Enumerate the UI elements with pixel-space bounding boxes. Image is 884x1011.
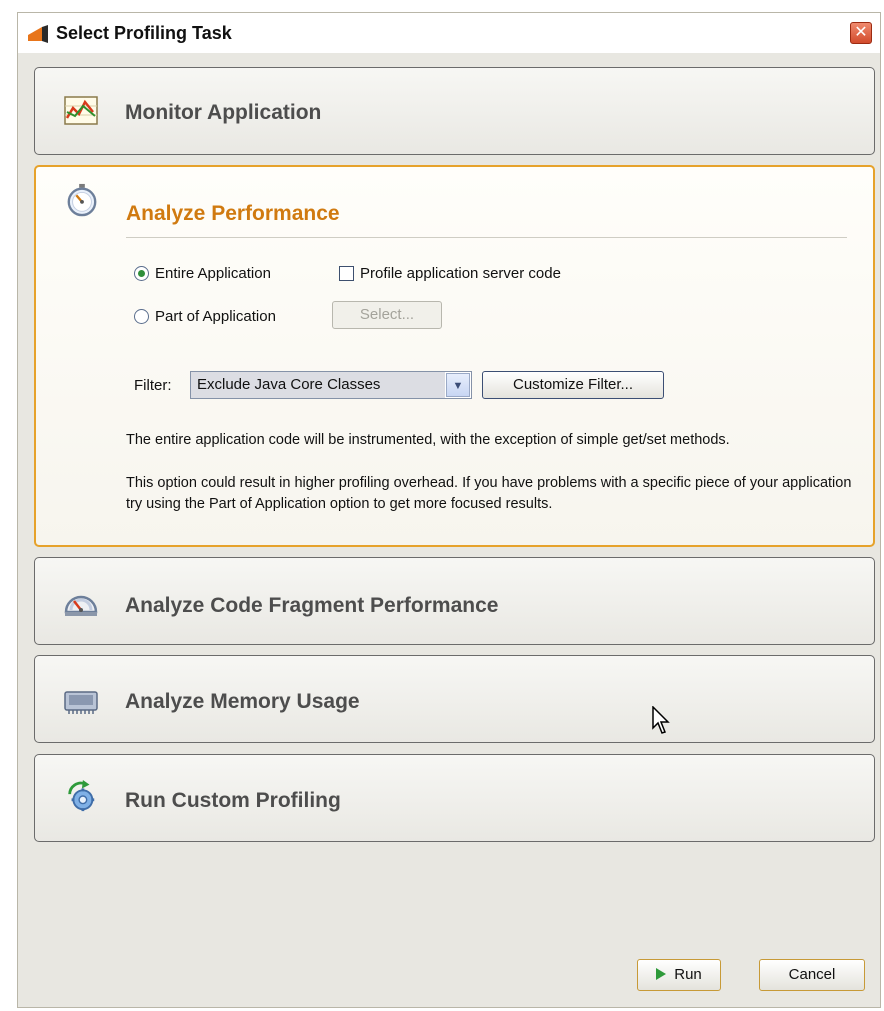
stopwatch-icon <box>67 183 97 217</box>
analyze-memory-usage-panel[interactable]: Analyze Memory Usage <box>34 655 875 743</box>
close-button[interactable]: ✕ <box>850 22 872 44</box>
cancel-button[interactable]: Cancel <box>759 959 865 991</box>
filter-dropdown[interactable]: Exclude Java Core Classes ▼ <box>190 371 472 399</box>
filter-label: Filter: <box>134 377 172 394</box>
entire-application-label: Entire Application <box>155 265 271 282</box>
run-custom-profiling-panel[interactable]: Run Custom Profiling <box>34 754 875 842</box>
run-button-label: Run <box>674 966 702 983</box>
mouse-cursor-icon <box>652 706 670 734</box>
part-of-application-option[interactable]: Part of Application <box>134 308 276 325</box>
title-separator <box>126 237 847 238</box>
analyze-code-fragment-title: Analyze Code Fragment Performance <box>125 594 499 617</box>
dialog-title: Select Profiling Task <box>56 23 232 43</box>
overhead-description: This option could result in higher profi… <box>126 475 852 512</box>
part-of-application-label: Part of Application <box>155 308 276 325</box>
profile-server-code-label: Profile application server code <box>360 265 561 282</box>
netbeans-profiler-icon <box>28 25 48 43</box>
run-button[interactable]: Run <box>637 959 721 991</box>
analyze-code-fragment-panel[interactable]: Analyze Code Fragment Performance <box>34 557 875 645</box>
entire-application-radio[interactable] <box>134 266 149 281</box>
close-icon: ✕ <box>854 24 868 41</box>
gear-refresh-icon <box>68 779 95 812</box>
memory-chip-icon <box>64 691 98 714</box>
profile-server-code-checkbox[interactable] <box>339 266 354 281</box>
monitor-chart-icon <box>64 96 98 125</box>
analyze-memory-usage-title: Analyze Memory Usage <box>125 690 360 713</box>
part-of-application-radio[interactable] <box>134 309 149 324</box>
select-button[interactable]: Select... <box>332 301 442 329</box>
play-icon <box>656 968 667 980</box>
instrumentation-description: The entire application code will be inst… <box>126 432 730 448</box>
entire-application-option[interactable]: Entire Application <box>134 265 271 282</box>
monitor-application-panel[interactable]: Monitor Application <box>34 67 875 155</box>
analyze-performance-panel[interactable]: Analyze Performance Entire Application P… <box>34 165 875 547</box>
gauge-icon <box>64 595 98 616</box>
title-bar: Select Profiling Task ✕ <box>18 13 880 53</box>
customize-filter-button[interactable]: Customize Filter... <box>482 371 664 399</box>
run-custom-profiling-title: Run Custom Profiling <box>125 789 341 812</box>
analyze-performance-title: Analyze Performance <box>126 202 340 225</box>
chevron-down-icon[interactable]: ▼ <box>446 373 470 397</box>
filter-value: Exclude Java Core Classes <box>191 372 445 398</box>
profile-server-code-option[interactable]: Profile application server code <box>339 265 561 282</box>
monitor-application-title: Monitor Application <box>125 101 322 124</box>
select-profiling-task-dialog: Select Profiling Task ✕ Monitor Applicat… <box>17 12 881 1008</box>
